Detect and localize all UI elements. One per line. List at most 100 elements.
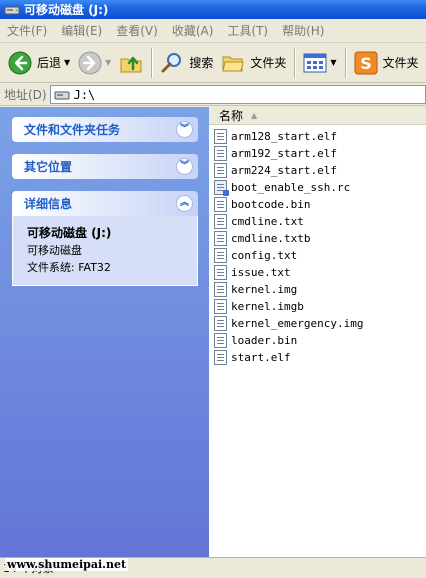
forward-arrow-icon: [78, 51, 102, 74]
file-icon: [214, 231, 227, 246]
back-dropdown-icon[interactable]: ▼: [64, 58, 70, 67]
file-name: config.txt: [231, 249, 298, 262]
up-folder-button[interactable]: [115, 46, 147, 80]
panel-title: 详细信息: [24, 197, 73, 211]
address-bar: 地址(D) J:\: [0, 84, 426, 106]
removable-drive-icon: [4, 6, 20, 14]
file-row[interactable]: arm128_start.elf: [214, 128, 426, 145]
other-places-panel: 其它位置 ︾: [12, 154, 198, 179]
details-header[interactable]: 详细信息 ︽: [12, 191, 198, 216]
forward-button[interactable]: ▼: [74, 46, 115, 80]
address-label: 地址(D): [4, 88, 47, 102]
file-folder-tasks-panel: 文件和文件夹任务 ︾: [12, 117, 198, 142]
folder-sync-label: 文件夹: [382, 56, 419, 70]
file-name: cmdline.txt: [231, 215, 304, 228]
search-icon: [161, 52, 182, 72]
sort-ascending-icon: ▲: [251, 111, 258, 120]
sync-app-icon: S: [354, 51, 378, 74]
file-row[interactable]: kernel_emergency.img: [214, 315, 426, 332]
file-row[interactable]: arm224_start.elf: [214, 162, 426, 179]
file-row[interactable]: bootcode.bin: [214, 196, 426, 213]
expand-chevron-icon[interactable]: ︾: [176, 158, 193, 175]
file-row[interactable]: issue.txt: [214, 264, 426, 281]
menu-favorites[interactable]: 收藏(A): [165, 22, 221, 39]
file-icon: [214, 350, 227, 365]
menu-view[interactable]: 查看(V): [109, 22, 165, 39]
title-bar: 可移动磁盘 (J:): [0, 0, 426, 19]
address-field[interactable]: J:\: [49, 85, 426, 104]
toolbar-separator: [294, 47, 296, 78]
details-name: 可移动磁盘 (J:): [27, 226, 112, 240]
file-name: bootcode.bin: [231, 198, 311, 211]
menu-edit[interactable]: 编辑(E): [54, 22, 109, 39]
menu-file[interactable]: 文件(F): [0, 22, 54, 39]
details-body: 可移动磁盘 (J:) 可移动磁盘 文件系统: FAT32: [12, 216, 198, 286]
file-name: kernel_emergency.img: [231, 317, 364, 330]
folder-sync-button[interactable]: S 文件夹: [350, 46, 423, 80]
file-row[interactable]: start.elf: [214, 349, 426, 366]
search-label: 搜索: [189, 56, 214, 70]
file-icon: [214, 316, 227, 331]
views-button[interactable]: ▼: [299, 46, 340, 80]
file-icon: [214, 129, 227, 144]
file-icon: [214, 163, 227, 178]
file-name: arm128_start.elf: [231, 130, 337, 143]
folders-icon: [222, 56, 244, 71]
file-list-pane: 名称 ▲ arm128_start.elf arm192_start.elf arm…: [209, 107, 426, 557]
search-button[interactable]: 搜索: [156, 46, 217, 80]
folders-button[interactable]: 文件夹: [217, 46, 290, 80]
file-row[interactable]: loader.bin: [214, 332, 426, 349]
file-name: kernel.img: [231, 283, 298, 296]
toolbar: 后退 ▼ ▼ 搜索 文件夹 ▼ S 文件夹: [0, 43, 426, 83]
file-icon: [214, 197, 227, 212]
menu-bar: 文件(F) 编辑(E) 查看(V) 收藏(A) 工具(T) 帮助(H): [0, 19, 426, 43]
file-icon: [214, 282, 227, 297]
file-name: arm192_start.elf: [231, 147, 337, 160]
back-label: 后退: [37, 56, 62, 70]
file-folder-tasks-header[interactable]: 文件和文件夹任务 ︾: [12, 117, 198, 142]
panel-title: 其它位置: [24, 160, 73, 174]
menu-help[interactable]: 帮助(H): [275, 22, 331, 39]
file-row[interactable]: kernel.img: [214, 281, 426, 298]
file-name: cmdline.txtb: [231, 232, 311, 245]
file-row[interactable]: cmdline.txtb: [214, 230, 426, 247]
file-row[interactable]: kernel.imgb: [214, 298, 426, 315]
watermark: www.shumeipai.net: [5, 558, 129, 571]
menu-tools[interactable]: 工具(T): [220, 22, 275, 39]
address-value: J:\: [73, 87, 96, 102]
folders-label: 文件夹: [250, 56, 287, 70]
back-arrow-icon: [8, 51, 32, 74]
svg-text:S: S: [360, 54, 372, 73]
forward-dropdown-icon[interactable]: ▼: [105, 58, 111, 67]
file-name: boot_enable_ssh.rc: [231, 181, 351, 194]
up-folder-icon: [120, 56, 142, 72]
views-icon: [303, 53, 327, 72]
file-icon: [214, 146, 227, 161]
file-row[interactable]: arm192_start.elf: [214, 145, 426, 162]
window-title: 可移动磁盘 (J:): [24, 3, 109, 17]
views-dropdown-icon[interactable]: ▼: [330, 58, 336, 67]
text-file-icon: [214, 214, 227, 229]
file-row[interactable]: config.txt: [214, 247, 426, 264]
file-name: issue.txt: [231, 266, 291, 279]
collapse-chevron-icon[interactable]: ︽: [176, 195, 193, 212]
back-button[interactable]: 后退 ▼: [4, 46, 74, 80]
file-icon: [214, 333, 227, 348]
details-panel: 详细信息 ︽ 可移动磁盘 (J:) 可移动磁盘 文件系统: FAT32: [12, 191, 198, 286]
details-type: 可移动磁盘: [27, 244, 82, 257]
removable-drive-icon: [54, 91, 70, 99]
toolbar-separator: [151, 47, 153, 78]
file-name: start.elf: [231, 351, 291, 364]
text-file-icon: [214, 265, 227, 280]
panel-title: 文件和文件夹任务: [24, 123, 121, 137]
other-places-header[interactable]: 其它位置 ︾: [12, 154, 198, 179]
column-header-name[interactable]: 名称 ▲: [209, 107, 426, 125]
file-list: arm128_start.elf arm192_start.elf arm224_s…: [209, 125, 426, 366]
file-row[interactable]: cmdline.txt: [214, 213, 426, 230]
file-name: arm224_start.elf: [231, 164, 337, 177]
file-name: loader.bin: [231, 334, 298, 347]
expand-chevron-icon[interactable]: ︾: [176, 121, 193, 138]
file-row[interactable]: boot_enable_ssh.rc: [214, 179, 426, 196]
file-icon: [214, 299, 227, 314]
file-name: kernel.imgb: [231, 300, 304, 313]
